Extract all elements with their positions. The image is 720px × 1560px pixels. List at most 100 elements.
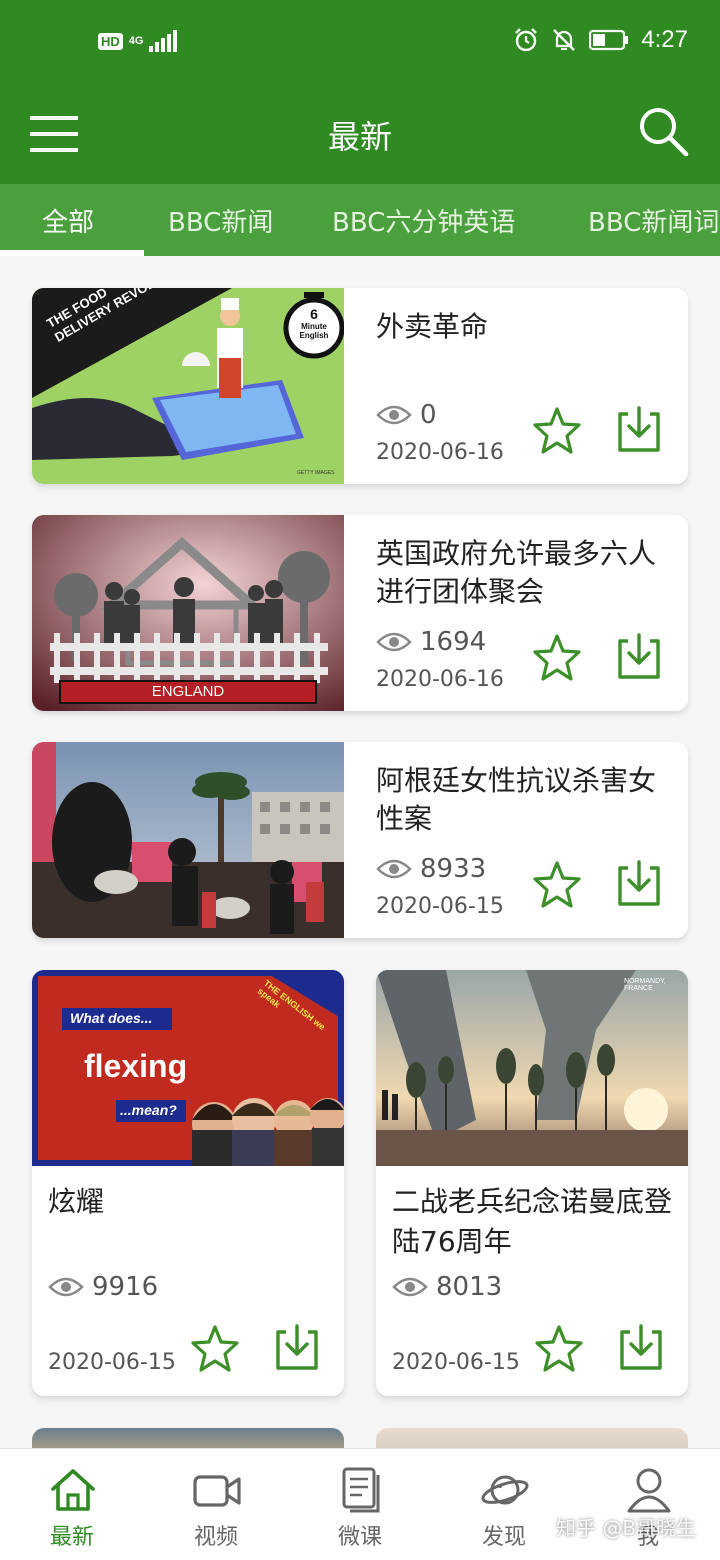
- thumbnail-headline: flexing: [84, 1048, 188, 1084]
- download-icon: [620, 1324, 662, 1370]
- eye-icon: [48, 1277, 84, 1297]
- video-icon: [193, 1475, 241, 1507]
- nav-me[interactable]: 我: [576, 1449, 720, 1560]
- download-button[interactable]: [272, 1322, 322, 1372]
- article-card-partial[interactable]: [376, 1428, 688, 1448]
- favorite-button[interactable]: [532, 860, 582, 910]
- network-type: 4G: [128, 34, 144, 47]
- alarm-icon: [515, 28, 538, 52]
- book-icon: [342, 1467, 380, 1513]
- view-count: 8933: [376, 854, 486, 884]
- nav-latest[interactable]: 最新: [0, 1449, 144, 1560]
- article-thumbnail[interactable]: GETTY IMAGES THE FOOD DELIVERY REVOLUTIO…: [32, 288, 344, 484]
- bottom-navigation: 最新 视频 微课 发现 我: [0, 1448, 720, 1560]
- network-status: HD 4G: [98, 30, 178, 52]
- planet-icon: [481, 1475, 529, 1505]
- nav-label: 发现: [481, 1525, 526, 1550]
- article-title[interactable]: 外卖革命: [376, 308, 676, 346]
- download-icon: [276, 1324, 318, 1370]
- article-thumbnail[interactable]: What does... flexing ...mean? THE ENGLIS…: [32, 970, 344, 1166]
- article-feed[interactable]: GETTY IMAGES THE FOOD DELIVERY REVOLUTIO…: [0, 256, 720, 1448]
- category-tabs: 全部 BBC新闻 BBC六分钟英语 BBC新闻词: [0, 184, 720, 256]
- view-count-value: 8013: [436, 1272, 503, 1302]
- thumbnail-caption: What does...: [70, 1010, 153, 1026]
- status-bar: HD 4G 4:27: [0, 0, 720, 88]
- article-card-partial[interactable]: [32, 1428, 344, 1448]
- publish-date: 2020-06-15: [376, 894, 504, 919]
- thumbnail-caption: ENGLAND: [151, 683, 225, 700]
- nav-video[interactable]: 视频: [144, 1449, 288, 1560]
- tab-bbc-news-vocab[interactable]: BBC新闻词: [588, 202, 719, 239]
- download-icon: [618, 633, 660, 679]
- article-title[interactable]: 炫耀: [48, 1182, 334, 1222]
- favorite-button[interactable]: [532, 633, 582, 683]
- star-icon: [533, 861, 581, 908]
- nav-label: 最新: [49, 1525, 94, 1550]
- favorite-button[interactable]: [534, 1324, 584, 1374]
- view-count: 8013: [392, 1272, 502, 1302]
- article-card[interactable]: NORMANDY, FRANCE 二战老兵纪念诺曼底登陆76周年 8013 20…: [376, 970, 688, 1396]
- download-button[interactable]: [614, 404, 664, 454]
- view-count: 9916: [48, 1272, 158, 1302]
- article-thumbnail[interactable]: NORMANDY, FRANCE: [376, 970, 688, 1166]
- favorite-button[interactable]: [532, 406, 582, 456]
- tab-bbc-news[interactable]: BBC新闻: [168, 202, 273, 239]
- app-header: 最新: [0, 88, 720, 184]
- download-button[interactable]: [614, 858, 664, 908]
- six-minute-number: 6: [310, 306, 318, 322]
- article-thumbnail[interactable]: [32, 742, 344, 938]
- star-icon: [191, 1325, 239, 1372]
- battery-icon: [589, 29, 629, 51]
- user-icon: [627, 1468, 671, 1513]
- view-count: 0: [376, 400, 437, 430]
- download-icon: [618, 860, 660, 906]
- view-count-value: 1694: [420, 627, 487, 657]
- nav-micro-course[interactable]: 微课: [288, 1449, 432, 1560]
- publish-date: 2020-06-15: [48, 1350, 176, 1375]
- article-thumbnail[interactable]: ENGLAND: [32, 515, 344, 711]
- hd-badge: HD: [98, 32, 123, 50]
- nav-label: 视频: [193, 1525, 238, 1550]
- system-status: 4:27: [513, 26, 688, 54]
- favorite-button[interactable]: [190, 1324, 240, 1374]
- article-card[interactable]: GETTY IMAGES THE FOOD DELIVERY REVOLUTIO…: [32, 288, 688, 484]
- eye-icon: [376, 405, 412, 425]
- star-icon: [535, 1325, 583, 1372]
- download-button[interactable]: [616, 1322, 666, 1372]
- publish-date: 2020-06-16: [376, 440, 504, 465]
- watermark: 知乎 @B哥晓生: [556, 1516, 697, 1540]
- search-button[interactable]: [636, 104, 692, 160]
- tab-all[interactable]: 全部: [42, 202, 94, 239]
- clock: 4:27: [641, 26, 688, 53]
- article-title[interactable]: 二战老兵纪念诺曼底登陆76周年: [392, 1182, 678, 1262]
- article-card[interactable]: 阿根廷女性抗议杀害女性案 8933 2020-06-15: [32, 742, 688, 938]
- nav-label: 微课: [337, 1525, 382, 1550]
- eye-icon: [376, 859, 412, 879]
- view-count-value: 9916: [92, 1272, 159, 1302]
- tab-six-minute-english[interactable]: BBC六分钟英语: [332, 202, 515, 239]
- six-minute-logo: Minute English: [299, 322, 329, 340]
- view-count-value: 0: [420, 400, 437, 430]
- location-caption: NORMANDY, FRANCE: [624, 978, 666, 992]
- signal-icon: [149, 30, 178, 52]
- view-count-value: 8933: [420, 854, 487, 884]
- publish-date: 2020-06-16: [376, 667, 504, 692]
- download-button[interactable]: [614, 631, 664, 681]
- thumbnail-caption: ...mean?: [120, 1102, 177, 1118]
- page-title: 最新: [327, 118, 392, 156]
- article-card[interactable]: ENGLAND 英国政府允许最多六人进行团体聚会 1694 2020-06-16: [32, 515, 688, 711]
- eye-icon: [392, 1277, 428, 1297]
- home-icon: [51, 1469, 95, 1511]
- article-title[interactable]: 阿根廷女性抗议杀害女性案: [376, 762, 676, 838]
- publish-date: 2020-06-15: [392, 1350, 520, 1375]
- star-icon: [533, 634, 581, 681]
- article-card[interactable]: What does... flexing ...mean? THE ENGLIS…: [32, 970, 344, 1396]
- search-icon: [640, 108, 689, 157]
- view-count: 1694: [376, 627, 486, 657]
- nav-discover[interactable]: 发现: [432, 1449, 576, 1560]
- download-icon: [618, 406, 660, 452]
- mute-icon: [553, 29, 576, 51]
- star-icon: [533, 407, 581, 454]
- getty-credit: GETTY IMAGES: [297, 470, 335, 476]
- article-title[interactable]: 英国政府允许最多六人进行团体聚会: [376, 535, 676, 611]
